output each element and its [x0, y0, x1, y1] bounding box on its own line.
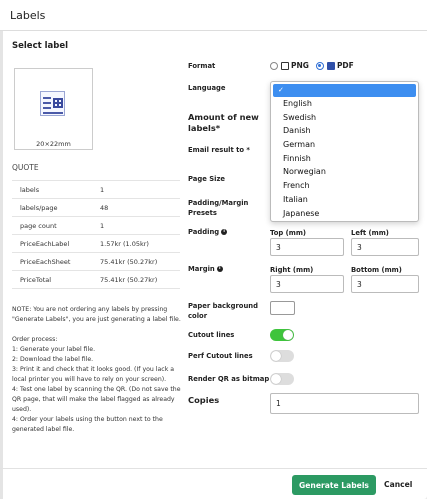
padding-top-input[interactable]: 3 — [270, 238, 344, 256]
language-label: Language — [188, 84, 226, 92]
copies-label: Copies — [188, 395, 220, 405]
page-size-label: Page Size — [188, 175, 226, 183]
format-pdf-label: PDF — [336, 61, 354, 70]
amount-label: Amount of new labels* — [188, 112, 259, 133]
note-step: 4: Test one label by scanning the QR. (D… — [12, 386, 181, 413]
language-option-swedish[interactable]: Swedish — [271, 111, 418, 125]
quote-value: 1 — [92, 216, 180, 235]
padding-top-label: Top (mm) — [270, 229, 307, 237]
format-png-radio[interactable] — [270, 61, 278, 70]
perf-cutout-toggle[interactable] — [270, 350, 294, 362]
qr-bitmap-label: Render QR as bitmap — [188, 375, 270, 383]
dialog-header: Labels — [0, 0, 427, 31]
label-thumbnail — [40, 91, 65, 116]
language-option-english[interactable]: English — [271, 97, 418, 111]
table-row: labels 1 — [12, 180, 180, 199]
margin-label-text: Margin — [188, 265, 215, 273]
note-warning: NOTE: You are not ordering any labels by… — [12, 306, 181, 323]
cancel-button[interactable]: Cancel — [384, 480, 412, 489]
quote-key: PriceEachSheet — [12, 252, 92, 271]
table-row: PriceTotal 75.41kr (50.27kr) — [12, 270, 180, 289]
padding-left-label: Left (mm) — [351, 229, 389, 237]
quote-key: PriceTotal — [12, 270, 92, 289]
order-note: NOTE: You are not ordering any labels by… — [12, 305, 182, 435]
format-options: PNG PDF — [270, 61, 354, 70]
format-png-label: PNG — [291, 61, 309, 70]
image-icon — [281, 61, 289, 70]
quote-key: PriceEachLabel — [12, 234, 92, 253]
note-step: 3: Print it and check that it looks good… — [12, 366, 175, 383]
language-dropdown[interactable]: ✓ English Swedish Danish German Finnish … — [270, 81, 419, 222]
quote-value: 1 — [92, 180, 180, 199]
padding-presets-label: Padding/Margin Presets — [188, 199, 249, 217]
dropdown-selected-item[interactable]: ✓ — [273, 84, 416, 97]
qr-code-icon — [53, 98, 63, 108]
quote-key: labels — [12, 180, 92, 199]
margin-bottom-input[interactable]: 3 — [351, 275, 419, 293]
language-option-danish[interactable]: Danish — [271, 124, 418, 138]
cutout-toggle[interactable] — [270, 329, 294, 341]
language-option-norwegian[interactable]: Norwegian — [271, 165, 418, 179]
label-preview[interactable]: 20×22mm — [14, 68, 93, 150]
quote-value: 1.57kr (1.05kr) — [92, 234, 180, 253]
margin-label: Margin i — [188, 264, 223, 274]
cutout-label: Cutout lines — [188, 331, 235, 339]
quote-value: 75.41kr (50.27kr) — [92, 252, 180, 271]
quote-key: page count — [12, 216, 92, 235]
language-option-french[interactable]: French — [271, 179, 418, 193]
padding-label: Padding i — [188, 227, 228, 237]
copies-input[interactable]: 1 — [270, 393, 419, 414]
note-process-title: Order process: — [12, 336, 58, 343]
language-option-japanese[interactable]: Japanese — [271, 207, 418, 221]
table-row: labels/page 48 — [12, 198, 180, 217]
table-row: page count 1 — [12, 216, 180, 235]
select-label-heading: Select label — [12, 41, 69, 51]
margin-right-label: Right (mm) — [270, 266, 314, 274]
table-row: PriceEachLabel 1.57kr (1.05kr) — [12, 234, 180, 253]
perf-cutout-label: Perf Cutout lines — [188, 352, 253, 360]
margin-bottom-label: Bottom (mm) — [351, 266, 402, 274]
note-step: 4: Order your labels using the button ne… — [12, 416, 163, 433]
info-icon[interactable]: i — [221, 229, 228, 235]
label-size: 20×22mm — [36, 140, 71, 148]
format-label: Format — [188, 62, 216, 70]
quote-table: labels 1 labels/page 48 page count 1 PriceE… — [12, 180, 180, 289]
quote-key: labels/page — [12, 198, 92, 217]
table-row: PriceEachSheet 75.41kr (50.27kr) — [12, 252, 180, 271]
quote-title: QUOTE — [12, 163, 39, 172]
note-step: 2: Download the label file. — [12, 356, 94, 363]
language-option-finnish[interactable]: Finnish — [271, 152, 418, 166]
margin-right-input[interactable]: 3 — [270, 275, 344, 293]
quote-value: 75.41kr (50.27kr) — [92, 270, 180, 289]
padding-left-input[interactable]: 3 — [351, 238, 419, 256]
info-icon[interactable]: i — [216, 266, 223, 272]
paper-bg-label: Paper background color — [188, 302, 259, 320]
dialog-title: Labels — [10, 8, 46, 22]
pdf-icon — [326, 61, 335, 70]
padding-label-text: Padding — [188, 228, 220, 236]
email-label: Email result to * — [188, 146, 250, 154]
generate-labels-button[interactable]: Generate Labels — [292, 475, 376, 495]
format-pdf-radio[interactable] — [315, 61, 324, 70]
language-option-german[interactable]: German — [271, 138, 418, 152]
quote-value: 48 — [92, 198, 180, 217]
paper-bg-color-swatch[interactable] — [270, 301, 295, 315]
qr-bitmap-toggle[interactable] — [270, 373, 294, 385]
left-divider — [0, 31, 3, 499]
language-option-italian[interactable]: Italian — [271, 193, 418, 207]
note-step: 1: Generate your label file. — [12, 346, 96, 353]
